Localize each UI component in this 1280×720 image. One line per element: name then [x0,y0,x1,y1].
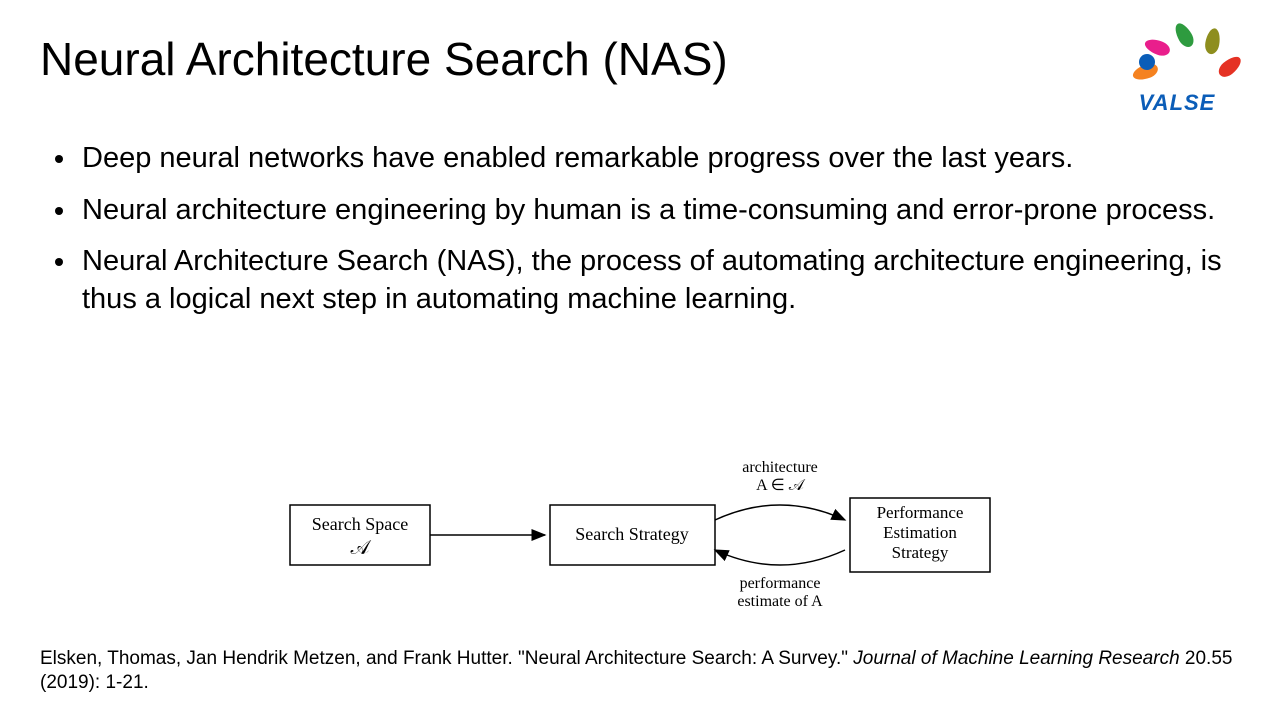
citation: Elsken, Thomas, Jan Hendrik Metzen, and … [40,647,1240,696]
box1-label-2: 𝒜 [351,537,372,559]
box3-label-1: Performance [877,503,964,522]
nas-diagram: Search Space 𝒜 Search Strategy architect… [280,460,1000,610]
arrow-architecture [715,505,845,520]
logo-text: VALSE [1102,90,1252,116]
list-item: Neural architecture engineering by human… [78,192,1230,230]
box1-label-1: Search Space [312,514,408,534]
logo-petal [1215,53,1244,80]
citation-journal: Journal of Machine Learning Research [853,648,1179,669]
logo-petal [1172,20,1197,50]
citation-prefix: Elsken, Thomas, Jan Hendrik Metzen, and … [40,648,853,669]
list-item: Neural Architecture Search (NAS), the pr… [78,243,1230,318]
logo-dot [1139,54,1155,70]
box2-label: Search Strategy [575,524,688,544]
page-title: Neural Architecture Search (NAS) [40,32,728,86]
bullet-list: Deep neural networks have enabled remark… [50,140,1230,333]
perf-label-1: performance [740,575,821,592]
list-item: Deep neural networks have enabled remark… [78,140,1230,178]
logo-petal [1204,27,1222,55]
logo-petals [1127,18,1227,88]
box3-label-2: Estimation [883,523,957,542]
perf-label-2: estimate of A [737,593,823,610]
valse-logo: VALSE [1102,18,1252,116]
arrow-performance [715,550,845,565]
box3-label-3: Strategy [892,543,949,562]
arch-label-1: architecture [742,460,818,476]
arch-label-2: A ∈ 𝒜 [756,477,806,494]
